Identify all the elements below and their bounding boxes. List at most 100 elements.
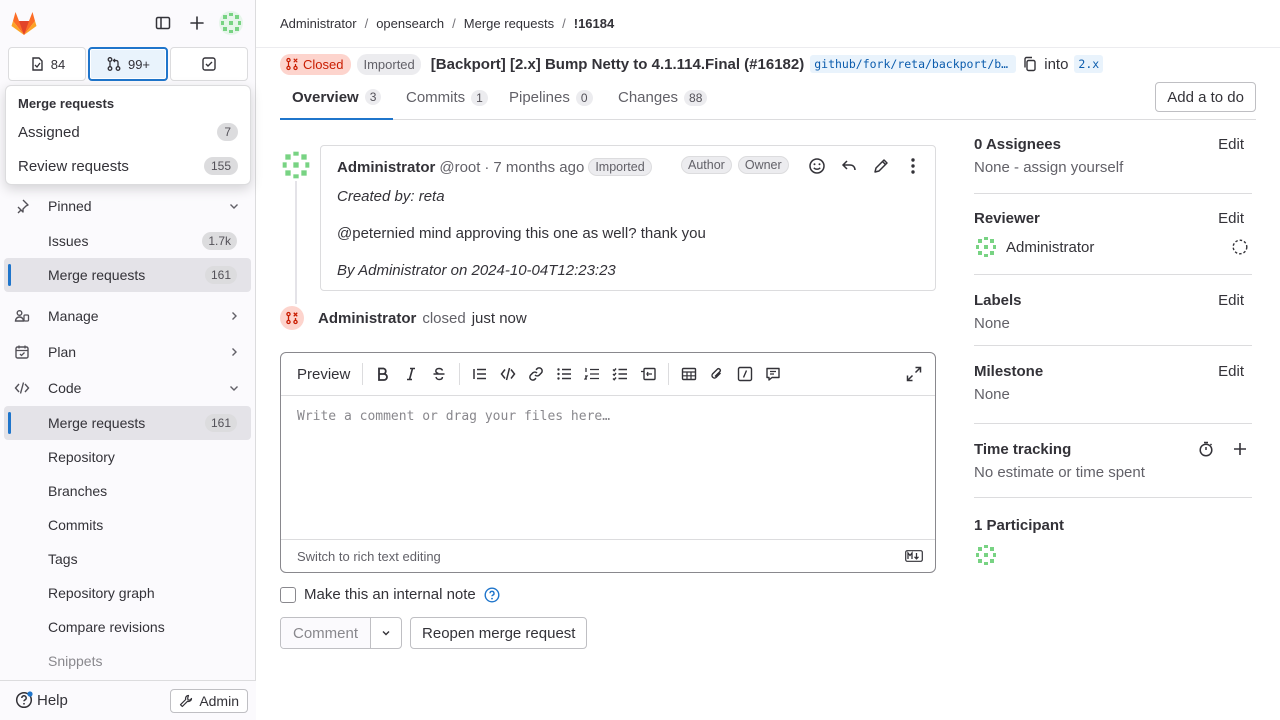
- sidebar-item-commits[interactable]: Commits: [4, 508, 251, 542]
- tab-label: Pipelines: [509, 89, 570, 106]
- numbered-list-icon[interactable]: [578, 360, 606, 388]
- quick-action-icon[interactable]: [731, 360, 759, 388]
- bullet-list-icon[interactable]: [550, 360, 578, 388]
- dropdown-item-review-requests[interactable]: Review requests 155: [6, 151, 250, 181]
- switch-rich-text-button[interactable]: Switch to rich text editing: [297, 549, 441, 564]
- note-username[interactable]: @root: [439, 159, 480, 176]
- sidebar-item-repository-graph[interactable]: Repository graph: [4, 576, 251, 610]
- italic-icon[interactable]: [397, 360, 425, 388]
- chevron-right-icon: [227, 345, 241, 359]
- reviewer-name: Administrator: [1006, 238, 1095, 256]
- sidebar-section-code[interactable]: Code: [4, 370, 251, 406]
- todo-count-button[interactable]: [170, 47, 248, 81]
- edit-reviewer-button[interactable]: Edit: [1218, 210, 1244, 227]
- collapsible-icon[interactable]: [634, 360, 662, 388]
- system-note-time[interactable]: just now: [472, 310, 527, 327]
- chevron-down-icon[interactable]: [371, 618, 401, 648]
- sidebar-item-snippets[interactable]: Snippets: [4, 644, 251, 678]
- sidebar-toggle-icon[interactable]: [152, 12, 174, 34]
- strike-icon[interactable]: [425, 360, 453, 388]
- help-button[interactable]: Help: [15, 691, 68, 709]
- status-label: Closed: [303, 56, 344, 72]
- internal-note-label[interactable]: Make this an internal note: [304, 586, 476, 603]
- edit-milestone-button[interactable]: Edit: [1218, 363, 1244, 380]
- smile-icon[interactable]: [807, 156, 827, 176]
- sidebar-item-tags[interactable]: Tags: [4, 542, 251, 576]
- dropdown-item-assigned[interactable]: Assigned 7: [6, 117, 250, 147]
- reopen-merge-request-button[interactable]: Reopen merge request: [410, 617, 588, 649]
- avatar[interactable]: [974, 543, 998, 567]
- breadcrumb-separator: /: [452, 16, 456, 31]
- sidebar-item-pinned-issues[interactable]: Issues 1.7k: [4, 224, 251, 258]
- reviewer-row[interactable]: Administrator: [974, 235, 1094, 259]
- sidebar-item-code-merge-requests[interactable]: Merge requests 161: [4, 406, 251, 440]
- sidebar-section-manage[interactable]: Manage: [4, 298, 251, 334]
- time-tracking-title: Time tracking: [974, 441, 1072, 458]
- issues-count-button[interactable]: 84: [8, 47, 86, 81]
- sidebar-item-label: Tags: [48, 551, 78, 567]
- table-icon[interactable]: [675, 360, 703, 388]
- sidebar-item-count: 161: [204, 414, 237, 432]
- sidebar-item-compare-revisions[interactable]: Compare revisions: [4, 610, 251, 644]
- add-todo-button[interactable]: Add a to do: [1155, 82, 1256, 112]
- comment-button[interactable]: Comment: [281, 618, 372, 648]
- assignees-value[interactable]: None - assign yourself: [974, 159, 1123, 176]
- source-branch[interactable]: github/fork/reta/backport/backport-16182…: [810, 55, 1017, 73]
- mr-tabs: Overview 3 Commits 1 Pipelines 0 Changes…: [280, 76, 1256, 120]
- plus-icon[interactable]: [186, 12, 208, 34]
- note-author[interactable]: Administrator: [337, 159, 435, 176]
- copy-icon[interactable]: [1022, 56, 1038, 72]
- preview-tab[interactable]: Preview: [297, 366, 350, 383]
- breadcrumb-item[interactable]: Administrator: [280, 16, 357, 31]
- sidebar-item-repository[interactable]: Repository: [4, 440, 251, 474]
- code-icon[interactable]: [494, 360, 522, 388]
- kebab-icon[interactable]: [903, 156, 923, 176]
- sidebar-section-label: Manage: [48, 308, 99, 324]
- tab-pipelines[interactable]: Pipelines 0: [497, 76, 605, 119]
- edit-assignees-button[interactable]: Edit: [1218, 136, 1244, 153]
- avatar[interactable]: [280, 149, 312, 181]
- expand-icon[interactable]: [903, 363, 925, 385]
- plus-icon[interactable]: [1232, 441, 1248, 457]
- edit-labels-button[interactable]: Edit: [1218, 292, 1244, 309]
- labels-title: Labels: [974, 292, 1022, 309]
- system-note-author[interactable]: Administrator: [318, 310, 416, 327]
- comment-textarea[interactable]: Write a comment or drag your files here…: [297, 409, 610, 424]
- sidebar-section-pinned[interactable]: Pinned: [4, 188, 251, 224]
- user-avatar[interactable]: [219, 11, 243, 35]
- milestone-value: None: [974, 386, 1010, 403]
- header-divider: [256, 47, 1280, 48]
- target-branch[interactable]: 2.x: [1074, 55, 1104, 73]
- sidebar-item-pinned-merge-requests[interactable]: Merge requests 161: [4, 258, 251, 292]
- breadcrumb-current[interactable]: !16184: [574, 16, 614, 31]
- timeline-line: [295, 178, 297, 304]
- tab-overview[interactable]: Overview 3: [280, 76, 394, 120]
- review-status-icon: [1232, 239, 1248, 255]
- gitlab-logo[interactable]: [10, 10, 38, 36]
- admin-button[interactable]: Admin: [170, 689, 248, 713]
- chevron-right-icon: [227, 309, 241, 323]
- code-icon: [14, 380, 30, 396]
- quote-icon[interactable]: [466, 360, 494, 388]
- merge-requests-count-button[interactable]: 99+: [88, 47, 168, 81]
- link-icon[interactable]: [522, 360, 550, 388]
- reply-icon[interactable]: [839, 156, 859, 176]
- tab-changes[interactable]: Changes 88: [606, 76, 719, 119]
- participants-title: 1 Participant: [974, 517, 1065, 534]
- toolbar-divider: [362, 363, 364, 385]
- sidebar-section-plan[interactable]: Plan: [4, 334, 251, 370]
- task-list-icon[interactable]: [606, 360, 634, 388]
- tab-commits[interactable]: Commits 1: [394, 76, 500, 119]
- pencil-icon[interactable]: [871, 156, 891, 176]
- timer-icon[interactable]: [1198, 441, 1214, 457]
- internal-note-checkbox[interactable]: [280, 586, 296, 603]
- note-time[interactable]: 7 months ago: [493, 159, 584, 176]
- attach-icon[interactable]: [703, 360, 731, 388]
- imported-badge: Imported: [357, 53, 421, 75]
- question-icon[interactable]: [484, 586, 500, 603]
- comment-template-icon[interactable]: [759, 360, 787, 388]
- breadcrumb-item[interactable]: Merge requests: [464, 16, 554, 31]
- breadcrumb-item[interactable]: opensearch: [376, 16, 444, 31]
- sidebar-item-branches[interactable]: Branches: [4, 474, 251, 508]
- bold-icon[interactable]: [369, 360, 397, 388]
